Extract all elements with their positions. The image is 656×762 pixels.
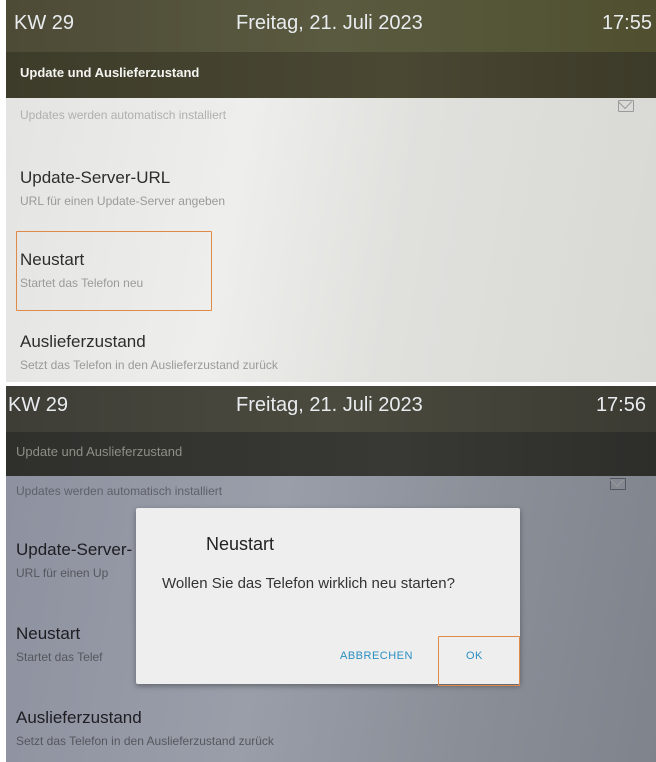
list-item-auto-update[interactable]: Updates werden automatisch installiert <box>20 108 636 122</box>
clock: 17:56 <box>595 394 646 416</box>
list-item-auslieferzustand[interactable]: Auslieferzustand Setzt das Telefon in de… <box>16 708 636 748</box>
restart-confirm-dialog: Neustart Wollen Sie das Telefon wirklich… <box>136 508 520 686</box>
list-item-auslieferzustand[interactable]: Auslieferzustand Setzt das Telefon in de… <box>20 332 636 372</box>
screenshot-with-dialog: KW 29 Freitag, 21. Juli 2023 17:56 Updat… <box>6 386 656 762</box>
screen-title-bar: Update und Auslieferzustand <box>6 432 656 476</box>
screenshot-before-dialog: KW 29 Freitag, 21. Juli 2023 17:55 Updat… <box>6 0 656 382</box>
list-item-auto-update[interactable]: Updates werden automatisch installiert <box>16 484 636 498</box>
list-item-title: Auslieferzustand <box>16 708 142 727</box>
status-bar: KW 29 Freitag, 21. Juli 2023 17:55 <box>6 0 656 52</box>
envelope-icon <box>610 478 626 490</box>
highlight-ok <box>438 636 520 686</box>
dialog-title: Neustart <box>206 534 275 554</box>
list-item-neustart[interactable]: Neustart Startet das Telefon neu <box>20 250 636 290</box>
status-bar: KW 29 Freitag, 21. Juli 2023 17:56 <box>6 386 656 432</box>
screen-title: Update und Auslieferzustand <box>16 444 183 459</box>
date-display: Freitag, 21. Juli 2023 <box>236 12 423 34</box>
list-item-subtitle: Startet das Telefon neu <box>20 276 144 290</box>
settings-list: Updates werden automatisch installiert U… <box>6 98 656 382</box>
list-item-title: Auslieferzustand <box>20 332 146 351</box>
list-item-subtitle: Updates werden automatisch installiert <box>16 484 223 498</box>
cancel-button[interactable]: ABBRECHEN <box>340 650 413 662</box>
list-item-subtitle: Updates werden automatisch installiert <box>20 108 227 122</box>
list-item-subtitle: Setzt das Telefon in den Auslieferzustan… <box>20 358 278 372</box>
list-item-title: Update-Server-URL <box>20 168 171 187</box>
list-item-update-server-url[interactable]: Update-Server-URL URL für einen Update-S… <box>20 168 636 208</box>
list-item-subtitle: URL für einen Update-Server angeben <box>20 194 226 208</box>
list-item-title: Neustart <box>20 250 85 269</box>
screen-title: Update und Auslieferzustand <box>20 65 200 80</box>
screen-title-bar: Update und Auslieferzustand <box>6 52 656 98</box>
calendar-week: KW 29 <box>14 12 75 34</box>
list-item-subtitle: Setzt das Telefon in den Auslieferzustan… <box>16 734 274 748</box>
calendar-week: KW 29 <box>8 394 69 416</box>
date-display: Freitag, 21. Juli 2023 <box>236 394 423 416</box>
dialog-message: Wollen Sie das Telefon wirklich neu star… <box>162 575 455 592</box>
clock: 17:55 <box>601 12 652 34</box>
envelope-icon <box>618 100 634 112</box>
